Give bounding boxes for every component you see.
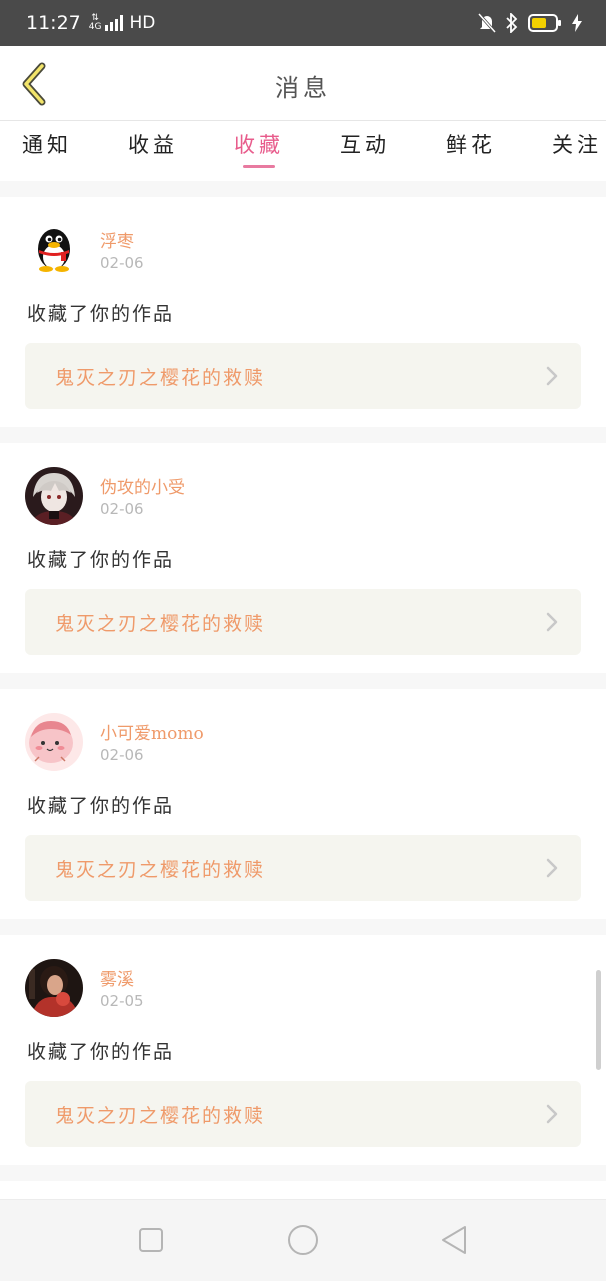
- list-item: 雾溪 02-05 收藏了你的作品 鬼灭之刃之樱花的救赎: [0, 935, 606, 1165]
- data-arrows-icon: ⇅ 4G: [88, 13, 102, 32]
- header: 消息: [0, 46, 606, 120]
- list-separator: [0, 673, 606, 689]
- tab-label: 关注: [552, 133, 602, 157]
- status-time: 11:27: [26, 12, 81, 34]
- tab-label: 收藏: [234, 133, 284, 157]
- chevron-right-icon: [546, 366, 558, 386]
- tab-interactions[interactable]: 互动: [340, 121, 390, 181]
- chevron-right-icon: [546, 612, 558, 632]
- system-nav-bar: [0, 1199, 606, 1281]
- notification-text: 收藏了你的作品: [27, 303, 175, 325]
- network-type: 4G: [88, 22, 102, 32]
- home-icon[interactable]: [285, 1222, 321, 1258]
- hd-label: HD: [129, 13, 156, 33]
- tab-label: 互动: [340, 133, 390, 157]
- recent-apps-icon[interactable]: [133, 1222, 169, 1258]
- timestamp: 02-06: [100, 254, 144, 272]
- work-link[interactable]: 鬼灭之刃之樱花的救赎: [25, 343, 581, 409]
- network-indicator: ⇅ 4G HD: [89, 13, 156, 33]
- tab-favorites[interactable]: 收藏: [234, 121, 284, 181]
- work-title: 鬼灭之刃之樱花的救赎: [55, 367, 266, 389]
- username[interactable]: 浮枣: [100, 227, 134, 252]
- tab-label: 鲜花: [446, 133, 496, 157]
- anime-character-avatar: [25, 467, 83, 525]
- avatar[interactable]: [25, 221, 83, 279]
- work-link[interactable]: 鬼灭之刃之樱花的救赎: [25, 835, 581, 901]
- battery-icon: [528, 14, 561, 32]
- tab-following[interactable]: 关注: [552, 121, 602, 181]
- work-title: 鬼灭之刃之樱花的救赎: [55, 613, 266, 635]
- notification-list: 浮枣 02-06 收藏了你的作品 鬼灭之刃之樱花的救赎 伪攻的小受 02-06 …: [0, 181, 606, 1181]
- page-title: 消息: [275, 74, 331, 102]
- notification-text: 收藏了你的作品: [27, 1041, 175, 1063]
- avatar[interactable]: [25, 713, 83, 771]
- list-separator: [0, 181, 606, 197]
- list-item: 伪攻的小受 02-06 收藏了你的作品 鬼灭之刃之樱花的救赎: [0, 443, 606, 673]
- tab-earnings[interactable]: 收益: [128, 121, 178, 181]
- status-bar: 11:27 ⇅ 4G HD: [0, 0, 606, 46]
- back-icon[interactable]: [437, 1222, 473, 1258]
- qq-penguin-avatar: [25, 221, 83, 279]
- list-item: 浮枣 02-06 收藏了你的作品 鬼灭之刃之樱花的救赎: [0, 197, 606, 427]
- timestamp: 02-06: [100, 500, 144, 518]
- tab-indicator: [243, 165, 275, 168]
- bluetooth-icon: [506, 13, 518, 33]
- username[interactable]: 小可爱momo: [100, 719, 204, 744]
- charging-icon: [572, 14, 582, 32]
- list-separator: [0, 919, 606, 935]
- timestamp: 02-05: [100, 992, 144, 1010]
- scrollbar[interactable]: [596, 970, 601, 1070]
- work-title: 鬼灭之刃之樱花的救赎: [55, 1105, 266, 1127]
- tab-flowers[interactable]: 鲜花: [446, 121, 496, 181]
- notification-text: 收藏了你的作品: [27, 549, 175, 571]
- timestamp: 02-06: [100, 746, 144, 764]
- notification-text: 收藏了你的作品: [27, 795, 175, 817]
- work-title: 鬼灭之刃之樱花的救赎: [55, 859, 266, 881]
- avatar[interactable]: [25, 467, 83, 525]
- username[interactable]: 雾溪: [100, 965, 134, 990]
- chevron-right-icon: [546, 1104, 558, 1124]
- avatar[interactable]: [25, 959, 83, 1017]
- tab-label: 收益: [128, 133, 178, 157]
- chevron-right-icon: [546, 858, 558, 878]
- list-separator: [0, 427, 606, 443]
- username[interactable]: 伪攻的小受: [100, 473, 185, 498]
- photo-avatar: [25, 959, 83, 1017]
- tab-label: 通知: [22, 133, 72, 157]
- work-link[interactable]: 鬼灭之刃之樱花的救赎: [25, 1081, 581, 1147]
- signal-icon: [105, 15, 124, 31]
- tab-bar: 通知 收益 收藏 互动 鲜花 关注: [0, 121, 606, 181]
- list-separator: [0, 1165, 606, 1181]
- mute-icon: [478, 13, 496, 33]
- work-link[interactable]: 鬼灭之刃之樱花的救赎: [25, 589, 581, 655]
- pink-cartoon-avatar: [25, 713, 83, 771]
- tab-notifications[interactable]: 通知: [22, 121, 72, 181]
- list-item: 小可爱momo 02-06 收藏了你的作品 鬼灭之刃之樱花的救赎: [0, 689, 606, 919]
